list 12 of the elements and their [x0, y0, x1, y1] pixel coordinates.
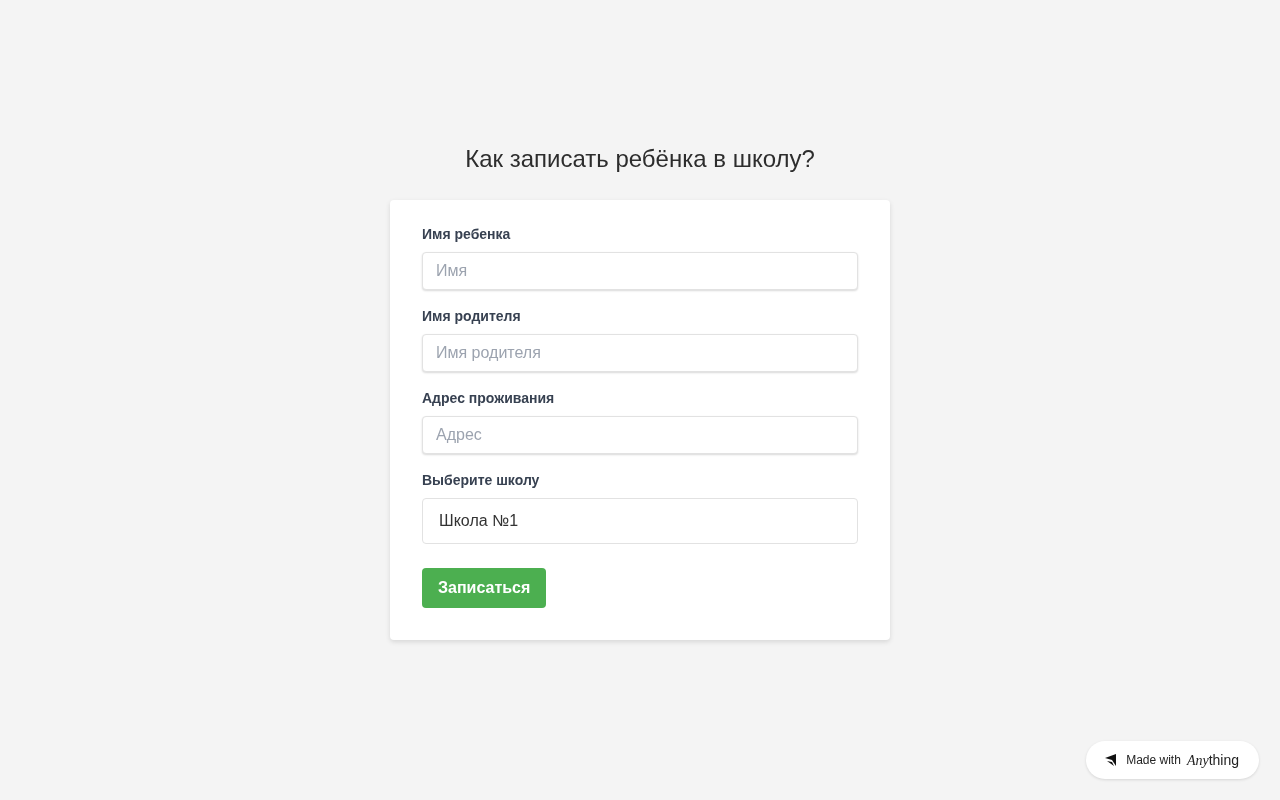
made-with-badge[interactable]: Made with Anything [1086, 741, 1259, 779]
brand-text: Anything [1186, 751, 1239, 769]
input-field[interactable]: Имя [422, 252, 858, 290]
field-label: Имя ребенка [422, 225, 511, 244]
input-field[interactable]: Адрес [422, 416, 858, 454]
field-label: Выберите школу [422, 471, 540, 490]
field-label: Адрес проживания [422, 389, 555, 408]
page-title: Как записать ребёнка в школу? [465, 144, 815, 174]
school-select[interactable]: Школа №1 [422, 498, 858, 544]
field-label: Имя родителя [422, 307, 521, 326]
badge-text: Made with [1126, 753, 1181, 767]
input-field[interactable]: Имя родителя [422, 334, 858, 372]
